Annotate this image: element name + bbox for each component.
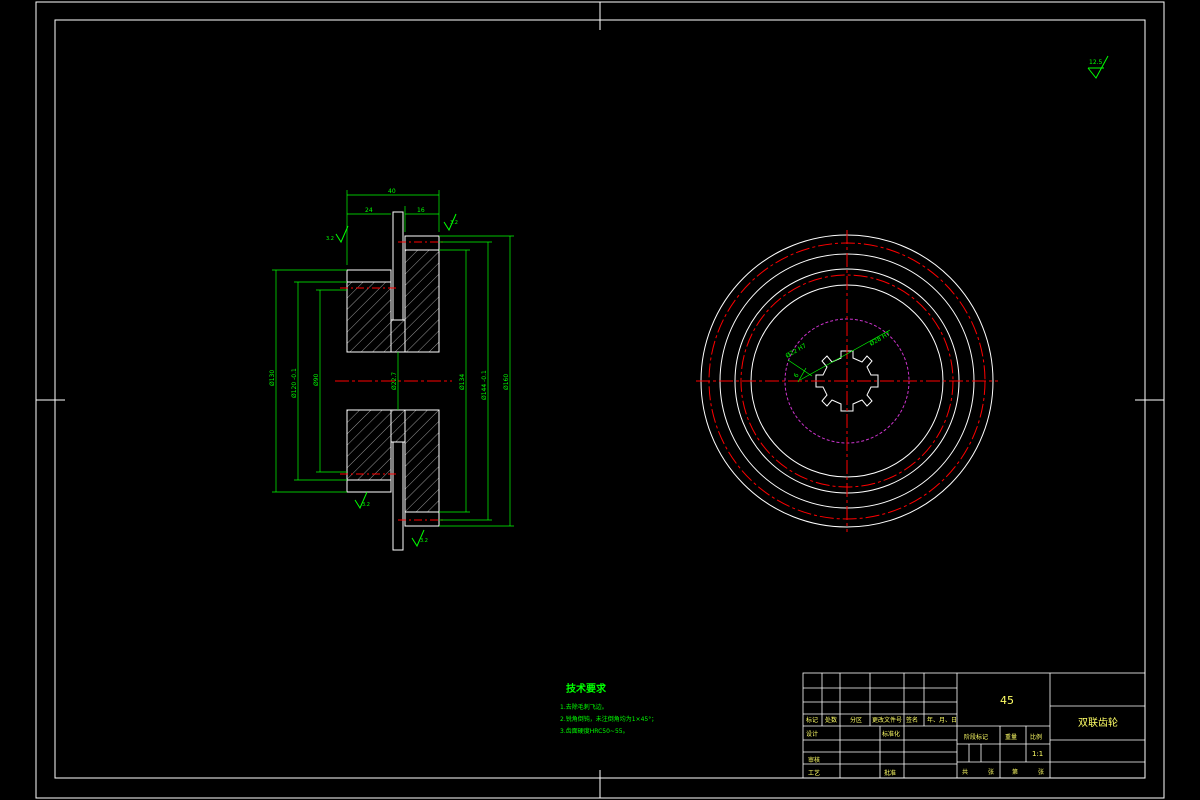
left-tooth-top — [346, 269, 392, 283]
label-count: 处数 — [825, 716, 837, 724]
dia-right-tip: Ø144 -0.1 — [481, 370, 488, 400]
spline-leader-2 — [787, 359, 813, 377]
hub-lower — [390, 409, 406, 443]
label-process: 工艺 — [808, 769, 820, 777]
label-sheet-total: 共 — [962, 768, 968, 776]
label-review: 审核 — [808, 756, 820, 764]
title-block-text: 45 双联齿轮 标记 处数 分区 更改文件号 签名 年、月、日 设计 标准化 审… — [806, 694, 1118, 777]
hub-upper — [390, 319, 406, 353]
groove-lower — [392, 441, 404, 551]
label-sheet: 张 — [988, 768, 994, 776]
left-tooth-bottom — [346, 479, 392, 493]
label-sheet-no: 第 — [1012, 768, 1018, 776]
dia-left-root: Ø90 — [313, 373, 320, 386]
groove-upper — [392, 211, 404, 321]
label-mark: 标记 — [806, 716, 818, 724]
cad-drawing: 12.5 40 24 16 3.2 3.2 3.2 3.2 Ø130 Ø120 … — [35, 1, 1165, 799]
label-date: 年、月、日 — [927, 716, 957, 724]
left-gear-section-lower — [346, 409, 392, 481]
part-name: 双联齿轮 — [1078, 716, 1118, 729]
roughness-top-right-value: 3.2 — [450, 220, 458, 226]
left-gear-section-upper — [346, 281, 392, 353]
inner-border — [54, 19, 1146, 779]
label-zone: 分区 — [850, 716, 862, 724]
note-3: 3.齿面硬度HRC50~55。 — [560, 727, 629, 735]
label-design: 设计 — [806, 730, 818, 738]
label-sheet-2: 张 — [1038, 768, 1044, 776]
roughness-bottom-right-value: 3.2 — [420, 538, 428, 544]
front-view: Ø28 H7 Ø22 H7 6 — [696, 230, 998, 532]
right-gear-section-lower — [404, 409, 440, 513]
label-signature: 签名 — [906, 716, 918, 724]
notes-title: 技术要求 — [566, 682, 607, 695]
label-change-doc: 更改文件号 — [872, 716, 902, 724]
note-1: 1.去除毛刺飞边。 — [560, 703, 608, 711]
dia-left-outer: Ø130 — [269, 370, 276, 386]
label-scale: 比例 — [1030, 733, 1042, 741]
dia-bore: Ø22.7 — [391, 372, 398, 390]
roughness-top-left — [335, 225, 349, 244]
dia-right-root: Ø134 — [459, 374, 466, 390]
label-standardize: 标准化 — [882, 730, 900, 738]
right-tooth-top — [404, 235, 440, 251]
dia-right-outer: Ø160 — [503, 374, 510, 390]
roughness-top-left-value: 3.2 — [326, 236, 334, 242]
right-tooth-bottom — [404, 511, 440, 527]
label-approve: 批准 — [884, 769, 896, 777]
section-view: 40 24 16 3.2 3.2 3.2 3.2 Ø130 Ø120 -0.1 … — [269, 188, 514, 551]
scale-value: 1:1 — [1032, 750, 1043, 758]
technical-notes: 技术要求 1.去除毛刺飞边。 2.锐角倒钝，未注倒角均为1×45°； 3.齿面硬… — [560, 682, 657, 735]
outer-border — [35, 1, 1165, 799]
dim-overall-width: 40 — [388, 188, 396, 195]
label-weight: 重量 — [1005, 733, 1017, 741]
general-roughness-symbol: 12.5 — [1087, 55, 1109, 79]
general-roughness-value: 12.5 — [1089, 59, 1103, 66]
dim-left-hub: 24 — [365, 207, 373, 214]
label-stage: 阶段标记 — [964, 733, 988, 741]
roughness-bottom-left-value: 3.2 — [362, 502, 370, 508]
material: 45 — [1000, 694, 1014, 707]
dim-right-hub: 16 — [417, 207, 425, 214]
note-2: 2.锐角倒钝，未注倒角均为1×45°； — [560, 715, 657, 723]
spline-label-3: 6 — [793, 372, 801, 379]
right-gear-section-upper — [404, 249, 440, 353]
dia-left-tip: Ø120 -0.1 — [291, 368, 298, 398]
spline-label-1: Ø28 H7 — [869, 330, 892, 347]
